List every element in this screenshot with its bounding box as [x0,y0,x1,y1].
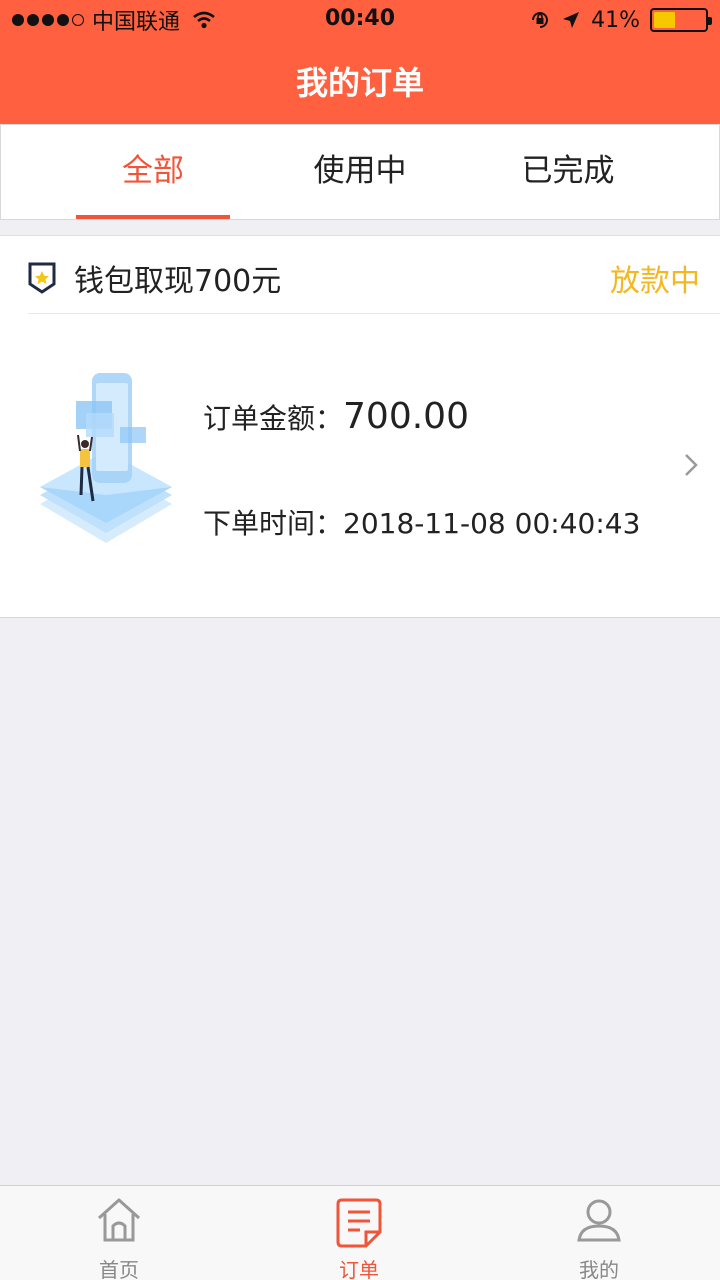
order-amount-label: 订单金额： [203,402,344,435]
tab-all[interactable]: 全部 [76,125,230,219]
order-card-header: 钱包取现700元 放款中 [28,236,720,314]
battery-percent: 41% [591,7,640,33]
bottom-tab-orders[interactable]: 订单 [299,1186,419,1280]
bottom-tab-profile-label: 我的 [579,1258,619,1280]
bottom-tab-home[interactable]: 首页 [59,1186,179,1280]
location-arrow-icon [563,12,580,28]
chevron-right-icon[interactable] [684,453,698,477]
app-header: 中国联通 00:40 41% 我的订单 [0,0,720,124]
status-bar: 中国联通 00:40 41% [0,0,720,40]
tab-in-use[interactable]: 使用中 [283,125,437,219]
bottom-tab-bar: 首页 订单 我的 [0,1185,720,1280]
order-amount-row: 订单金额：700.00 [203,396,469,437]
tab-completed[interactable]: 已完成 [491,125,645,219]
order-card[interactable]: 钱包取现700元 放款中 订单金额：700.00 下单时间：2018-11-08… [0,235,720,618]
bottom-tab-profile[interactable]: 我的 [539,1186,659,1280]
status-right: 41% [529,6,712,34]
order-time-value: 2018-11-08 00:40:43 [343,507,641,540]
phone-illustration-icon [40,373,172,543]
order-tabs: 全部 使用中 已完成 [0,124,720,220]
active-tab-indicator [76,215,230,219]
order-title: 钱包取现700元 [74,264,282,299]
bottom-tab-orders-label: 订单 [339,1258,379,1280]
shield-star-icon [28,262,56,294]
order-time-label: 下单时间： [203,507,344,540]
home-icon [97,1198,141,1242]
order-amount-value: 700.00 [343,396,469,437]
order-icon [336,1198,382,1248]
battery-icon [650,8,712,32]
bottom-tab-home-label: 首页 [99,1258,139,1280]
order-status: 放款中 [610,264,700,299]
page-title: 我的订单 [295,64,424,102]
rotation-lock-icon [532,12,549,28]
order-time-row: 下单时间：2018-11-08 00:40:43 [203,502,640,542]
profile-icon [577,1199,621,1242]
